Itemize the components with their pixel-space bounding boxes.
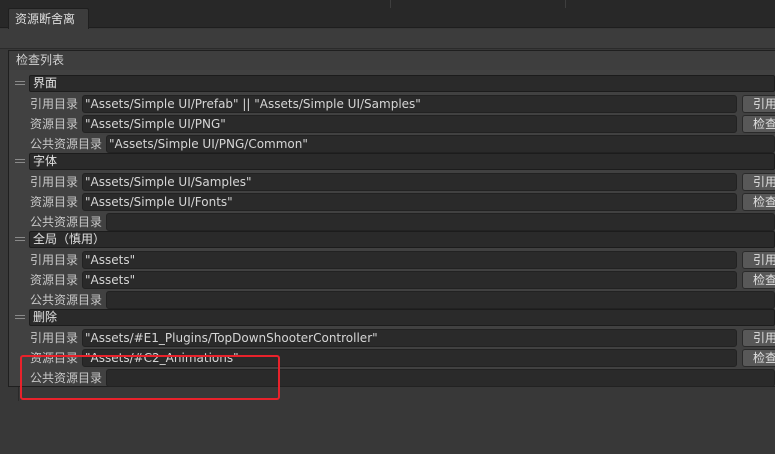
group-name-field[interactable]: 删除 (29, 309, 775, 326)
annotation-highlight-box (20, 355, 280, 400)
row-label: 公共资源目录 (30, 293, 103, 307)
tab-bar (0, 0, 775, 28)
section-header-check-list[interactable]: 检查列表 (8, 50, 775, 70)
common-resource-dir-input[interactable] (106, 291, 775, 309)
row-label: 公共资源目录 (30, 215, 103, 229)
resource-dir-input[interactable]: "Assets" (82, 271, 737, 289)
row-label: 公共资源目录 (30, 137, 103, 151)
reference-dir-input[interactable]: "Assets/Simple UI/Prefab" || "Assets/Sim… (82, 95, 737, 113)
group-name-field[interactable]: 字体 (29, 153, 775, 170)
reference-button[interactable]: 引用 (742, 251, 775, 269)
tab-bar-divider (565, 0, 566, 8)
toolbar (0, 29, 775, 49)
check-button[interactable]: 检查 (742, 115, 775, 133)
reference-dir-input[interactable]: "Assets/#E1_Plugins/TopDownShooterContro… (82, 329, 737, 347)
reference-button[interactable]: 引用 (742, 173, 775, 191)
common-resource-dir-input[interactable]: "Assets/Simple UI/PNG/Common" (106, 135, 775, 153)
drag-handle-icon[interactable] (15, 80, 25, 87)
row-label: 引用目录 (30, 175, 79, 189)
check-button[interactable]: 检查 (742, 193, 775, 211)
check-button[interactable]: 检查 (742, 349, 775, 367)
reference-dir-input[interactable]: "Assets" (82, 251, 737, 269)
row-label: 引用目录 (30, 97, 79, 111)
row-label: 资源目录 (30, 273, 79, 287)
row-label: 引用目录 (30, 253, 79, 267)
group-name-field[interactable]: 界面 (29, 75, 775, 92)
tab-bar-divider (390, 0, 391, 8)
drag-handle-icon[interactable] (15, 236, 25, 243)
reference-button[interactable]: 引用 (742, 95, 775, 113)
tab-asset-cleanup[interactable]: 资源断舍离 (8, 8, 89, 29)
resource-dir-input[interactable]: "Assets/Simple UI/Fonts" (82, 193, 737, 211)
resource-dir-input[interactable]: "Assets/Simple UI/PNG" (82, 115, 737, 133)
drag-handle-icon[interactable] (15, 314, 25, 321)
group-name-field[interactable]: 全局（慎用） (29, 231, 775, 248)
check-button[interactable]: 检查 (742, 271, 775, 289)
row-label: 引用目录 (30, 331, 79, 345)
row-label: 资源目录 (30, 117, 79, 131)
row-label: 资源目录 (30, 195, 79, 209)
reference-dir-input[interactable]: "Assets/Simple UI/Samples" (82, 173, 737, 191)
common-resource-dir-input[interactable] (106, 213, 775, 231)
list-footer-divider (18, 387, 19, 401)
reference-button[interactable]: 引用 (742, 329, 775, 347)
drag-handle-icon[interactable] (15, 158, 25, 165)
